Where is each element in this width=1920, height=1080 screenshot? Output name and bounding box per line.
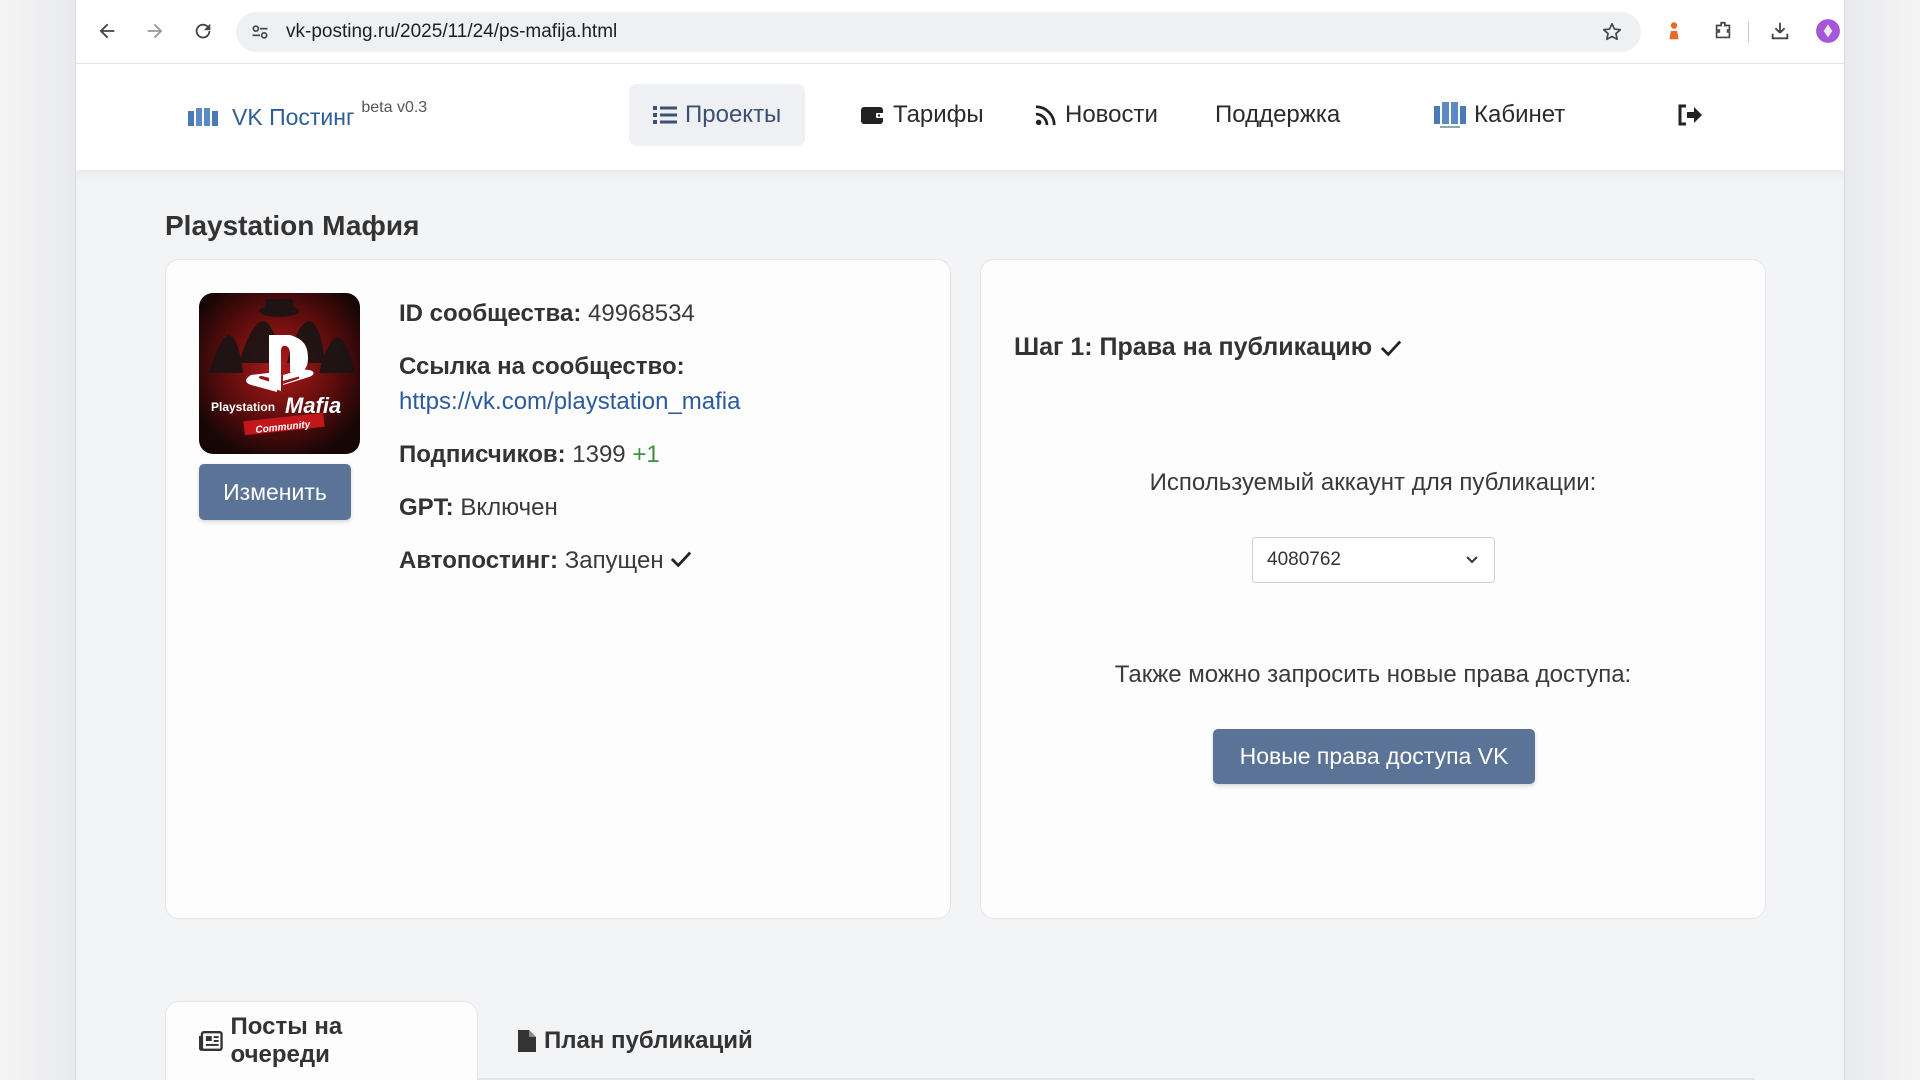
subscribers-delta: +1 [632, 441, 660, 468]
nav-projects-label: Проекты [685, 101, 782, 128]
tab-queued-posts[interactable]: Посты на очереди [165, 1001, 478, 1080]
check-icon [1380, 340, 1402, 356]
nav-projects[interactable]: Проекты [629, 84, 806, 146]
check-icon [671, 551, 692, 568]
nav-news-label: Новости [1065, 101, 1158, 128]
site-navbar: VK Постинг beta v0.3 Проекты Тарифы Ново… [76, 64, 1844, 170]
request-rights-label: Также можно запросить новые права доступ… [1114, 661, 1632, 688]
community-id-label: ID сообщества: [399, 300, 582, 327]
back-button[interactable] [90, 14, 124, 48]
autopost-row: Автопостинг: Запущен [399, 545, 929, 577]
step-title-text: Шаг 1: Права на публикацию [1014, 333, 1373, 361]
brand-beta-badge: beta v0.3 [361, 99, 428, 116]
star-icon[interactable] [1601, 21, 1623, 43]
nav-support-label: Поддержка [1215, 101, 1341, 128]
logout-button[interactable] [1653, 84, 1735, 146]
download-icon [1771, 22, 1789, 40]
profile-avatar-icon [1816, 19, 1840, 43]
nav-support[interactable]: Поддержка [1191, 84, 1364, 146]
arrow-left-icon [99, 23, 115, 39]
rss-icon [1035, 105, 1056, 126]
subscribers-label: Подписчиков: [399, 441, 566, 468]
publish-rights-card: Шаг 1: Права на публикацию Используемый … [980, 259, 1766, 919]
profile-button[interactable] [1811, 14, 1844, 48]
newspaper-icon [199, 1030, 223, 1052]
community-id-value: 49968534 [588, 300, 695, 327]
tab-publication-plan[interactable]: План публикаций [485, 1001, 786, 1080]
request-vk-rights-button[interactable]: Новые права доступа VK [1213, 729, 1535, 784]
autopost-value: Запущен [564, 547, 664, 574]
chevron-down-icon [1466, 556, 1478, 564]
wallet-icon [861, 107, 885, 124]
reload-icon [195, 23, 211, 39]
brand-name: VK Постинг [232, 103, 355, 130]
tab-publication-plan-label: План публикаций [544, 1026, 753, 1054]
community-link[interactable]: https://vk.com/playstation_mafia [399, 386, 929, 418]
browser-toolbar: vk-posting.ru/2025/11/24/ps-mafija.html [76, 0, 1844, 64]
nav-cabinet[interactable]: Кабинет [1410, 84, 1589, 146]
community-link-label: Ссылка на сообщество: [399, 353, 685, 380]
file-icon [518, 1029, 536, 1052]
extensions-menu-button[interactable] [1706, 14, 1740, 48]
subscribers-row: Подписчиков: 1399 +1 [399, 439, 929, 471]
address-bar[interactable]: vk-posting.ru/2025/11/24/ps-mafija.html [236, 12, 1641, 52]
toolbar-divider [1748, 22, 1749, 42]
desktop-left-edge [0, 0, 75, 1080]
avatar-text-playstation: Playstation [211, 400, 275, 414]
step-title: Шаг 1: Права на публикацию [1014, 333, 1402, 362]
desktop-right-edge [1845, 0, 1920, 1080]
cabinet-logo-icon [1434, 102, 1466, 128]
edit-community-button[interactable]: Изменить [199, 464, 351, 520]
arrow-right-icon [147, 23, 163, 39]
tab-queued-posts-label: Посты на очереди [230, 1013, 343, 1068]
community-link-row: Ссылка на сообщество: https://vk.com/pla… [399, 351, 929, 418]
community-info-card: Playstation Mafia Community Изменить ID … [165, 259, 951, 919]
community-id-row: ID сообщества: 49968534 [399, 298, 929, 330]
gpt-row: GPT: Включен [399, 492, 929, 524]
forward-button[interactable] [138, 14, 172, 48]
community-avatar: Playstation Mafia Community [199, 293, 360, 454]
nav-tariffs-label: Тарифы [893, 101, 984, 128]
extension-chess-icon [1669, 22, 1679, 40]
reload-button[interactable] [186, 14, 220, 48]
community-details: ID сообщества: 49968534 Ссылка на сообще… [399, 298, 929, 598]
account-select-value: 4080762 [1267, 549, 1341, 570]
account-select[interactable]: 4080762 [1252, 537, 1495, 583]
nav-tariffs[interactable]: Тарифы [837, 84, 1008, 146]
url-text: vk-posting.ru/2025/11/24/ps-mafija.html [286, 21, 618, 42]
autopost-label: Автопостинг: [399, 547, 559, 574]
brand-logo-link[interactable]: VK Постинг beta v0.3 [188, 99, 428, 134]
site-settings-icon [252, 25, 268, 39]
nav-news[interactable]: Новости [1011, 84, 1182, 146]
downloads-button[interactable] [1763, 14, 1797, 48]
list-icon [653, 106, 677, 124]
vk-posting-logo-icon [188, 108, 218, 126]
extension-button[interactable] [1657, 14, 1691, 48]
account-label: Используемый аккаунт для публикации: [1149, 469, 1597, 496]
gpt-value: Включен [460, 494, 558, 521]
browser-window: vk-posting.ru/2025/11/24/ps-mafija.html … [75, 0, 1845, 1080]
logout-icon [1678, 104, 1702, 126]
nav-cabinet-label: Кабинет [1474, 101, 1566, 128]
gpt-label: GPT: [399, 494, 454, 521]
community-avatar-image: Playstation Mafia Community [199, 293, 360, 454]
subscribers-value: 1399 [572, 441, 626, 468]
puzzle-icon [1715, 21, 1731, 39]
page-title: Playstation Мафия [165, 210, 420, 241]
